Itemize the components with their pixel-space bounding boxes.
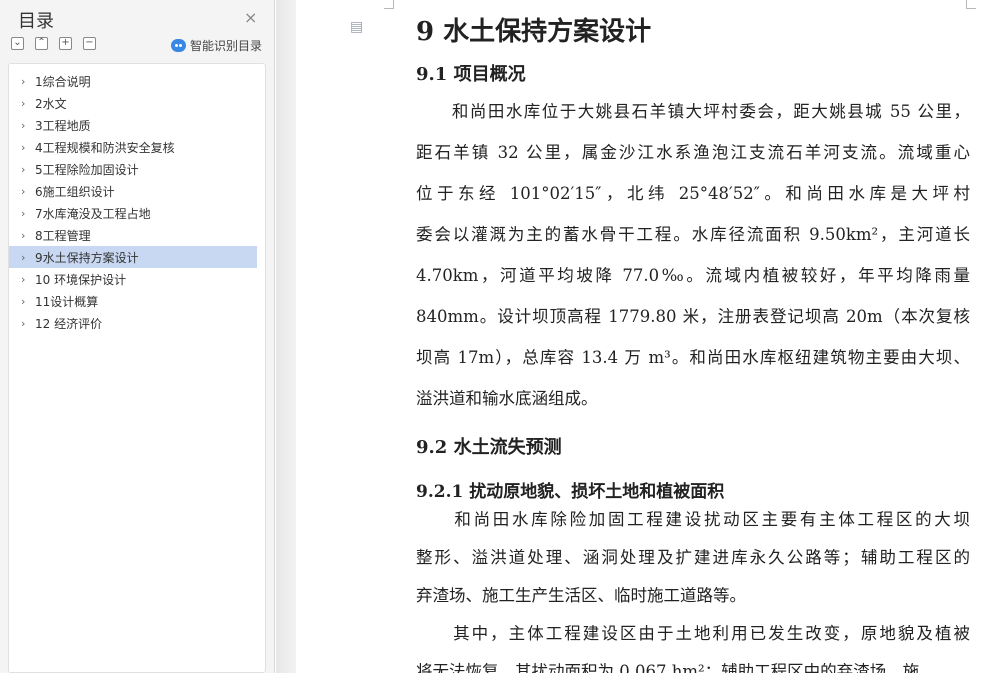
expand-all-button[interactable]: ⌄ <box>11 37 24 50</box>
toc-item[interactable]: › 7水库淹没及工程占地 <box>9 202 265 224</box>
toc-item-label: 9水土保持方案设计 <box>35 250 139 265</box>
subsection-heading-9-2-1: 9.2.1 扰动原地貌、损坏土地和植被面积 <box>416 482 725 502</box>
toc-item-label: 10 环境保护设计 <box>35 272 127 287</box>
ai-robot-icon <box>171 39 186 52</box>
section-heading-9-2: 9.2 水土流失预测 <box>416 437 562 458</box>
plus-icon: + <box>61 37 70 48</box>
toc-item[interactable]: › 9水土保持方案设计 <box>9 246 257 268</box>
pane-divider[interactable] <box>276 0 296 673</box>
toc-item-label: 6施工组织设计 <box>35 184 115 199</box>
toc-item[interactable]: › 5工程除险加固设计 <box>9 158 265 180</box>
text-line: 委会以灌溉为主的蓄水骨干工程。水库径流面积 9.50km²，主河道长 <box>416 225 970 244</box>
toc-item[interactable]: › 3工程地质 <box>9 114 265 136</box>
remove-heading-button[interactable]: − <box>83 37 96 50</box>
toc-item-label: 4工程规模和防洪安全复核 <box>35 140 175 155</box>
chevron-down-icon: ⌄ <box>13 37 22 48</box>
close-icon[interactable]: × <box>244 8 257 27</box>
document-page: ▤ 9 水土保持方案设计 9.1 项目概况 和尚田水库位于大姚县石羊镇大坪村委会… <box>296 0 997 673</box>
toc-item-label: 12 经济评价 <box>35 316 103 331</box>
minus-icon: − <box>85 37 94 48</box>
margin-corner-mark <box>384 0 394 9</box>
toc-item[interactable]: › 1综合说明 <box>9 70 265 92</box>
margin-corner-mark <box>966 0 976 9</box>
text-line: 和尚田水库位于大姚县石羊镇大坪村委会，距大姚县城 55 公里， <box>416 102 970 121</box>
toc-item-label: 8工程管理 <box>35 228 91 243</box>
toc-toolbar: ⌄ ⌃ + − <box>11 37 96 50</box>
chevron-right-icon[interactable]: › <box>21 141 35 154</box>
chevron-up-icon: ⌃ <box>37 37 46 48</box>
toc-sidebar: 目录 × ⌄ ⌃ + − 智能识别目录 › 1综合说明 › 2水文 › 3工程地质 › 4工程… <box>0 0 275 673</box>
text-line: 将无法恢复，其扰动面积为 0.067 hm²；辅助工程区中的弃渣场、施 <box>416 662 920 673</box>
chevron-right-icon[interactable]: › <box>21 163 35 176</box>
chapter-heading: 9 水土保持方案设计 <box>416 17 652 47</box>
chevron-right-icon[interactable]: › <box>21 119 35 132</box>
chevron-right-icon[interactable]: › <box>21 295 35 308</box>
text-line: 溢洪道和输水底涵组成。 <box>416 389 598 408</box>
smart-toc-button[interactable]: 智能识别目录 <box>171 37 262 54</box>
toc-item-label: 5工程除险加固设计 <box>35 162 139 177</box>
chevron-right-icon[interactable]: › <box>21 273 35 286</box>
text-line: 整形、溢洪道处理、涵洞处理及扩建进库永久公路等；辅助工程区的 <box>416 548 970 567</box>
section-heading-9-1: 9.1 项目概况 <box>416 64 526 85</box>
toc-item[interactable]: › 2水文 <box>9 92 265 114</box>
toc-item-label: 11设计概算 <box>35 294 99 309</box>
collapse-all-button[interactable]: ⌃ <box>35 37 48 50</box>
paragraph-disturbance-area: 和尚田水库除险加固工程建设扰动区主要有主体工程区的大坝 整形、溢洪道处理、涵洞处理… <box>416 501 970 673</box>
document-icon[interactable]: ▤ <box>350 19 363 35</box>
paragraph-project-overview: 和尚田水库位于大姚县石羊镇大坪村委会，距大姚县城 55 公里， 距石羊镇 32 公… <box>416 91 970 419</box>
chevron-right-icon[interactable]: › <box>21 185 35 198</box>
toc-item[interactable]: › 11设计概算 <box>9 290 265 312</box>
toc-item-label: 3工程地质 <box>35 118 91 133</box>
toc-item[interactable]: › 4工程规模和防洪安全复核 <box>9 136 265 158</box>
chevron-right-icon[interactable]: › <box>21 75 35 88</box>
toc-item-label: 1综合说明 <box>35 74 91 89</box>
text-line: 其中，主体工程建设区由于土地利用已发生改变，原地貌及植被 <box>416 624 970 643</box>
sidebar-title: 目录 <box>18 11 54 32</box>
chevron-right-icon[interactable]: › <box>21 317 35 330</box>
text-line: 弃渣场、施工生产生活区、临时施工道路等。 <box>416 586 746 605</box>
toc-item-label: 7水库淹没及工程占地 <box>35 206 151 221</box>
toc-item[interactable]: › 10 环境保护设计 <box>9 268 265 290</box>
toc-item[interactable]: › 6施工组织设计 <box>9 180 265 202</box>
smart-toc-label: 智能识别目录 <box>190 39 263 53</box>
add-heading-button[interactable]: + <box>59 37 72 50</box>
text-line: 坝高 17m），总库容 13.4 万 m³。和尚田水库枢纽建筑物主要由大坝、 <box>416 348 970 367</box>
text-line: 和尚田水库除险加固工程建设扰动区主要有主体工程区的大坝 <box>416 510 970 529</box>
toc-item[interactable]: › 8工程管理 <box>9 224 265 246</box>
text-line: 距石羊镇 32 公里，属金沙江水系渔泡江支流石羊河支流。流域重心 <box>416 143 970 162</box>
chevron-right-icon[interactable]: › <box>21 229 35 242</box>
text-line: 4.70km，河道平均坡降 77.0‰。流域内植被较好，年平均降雨量 <box>416 266 970 285</box>
toc-item-label: 2水文 <box>35 96 67 111</box>
toc-item[interactable]: › 12 经济评价 <box>9 312 265 334</box>
toc-list: › 1综合说明 › 2水文 › 3工程地质 › 4工程规模和防洪安全复核 › 5工程除险加固设计 ›… <box>8 63 266 673</box>
chevron-right-icon[interactable]: › <box>21 97 35 110</box>
chevron-right-icon[interactable]: › <box>21 207 35 220</box>
chevron-right-icon[interactable]: › <box>21 251 35 264</box>
text-line: 位于东经 101°02′15″，北纬 25°48′52″。和尚田水库是大坪村 <box>416 184 970 203</box>
text-line: 840mm。设计坝顶高程 1779.80 米，注册表登记坝高 20m（本次复核 <box>416 307 970 326</box>
